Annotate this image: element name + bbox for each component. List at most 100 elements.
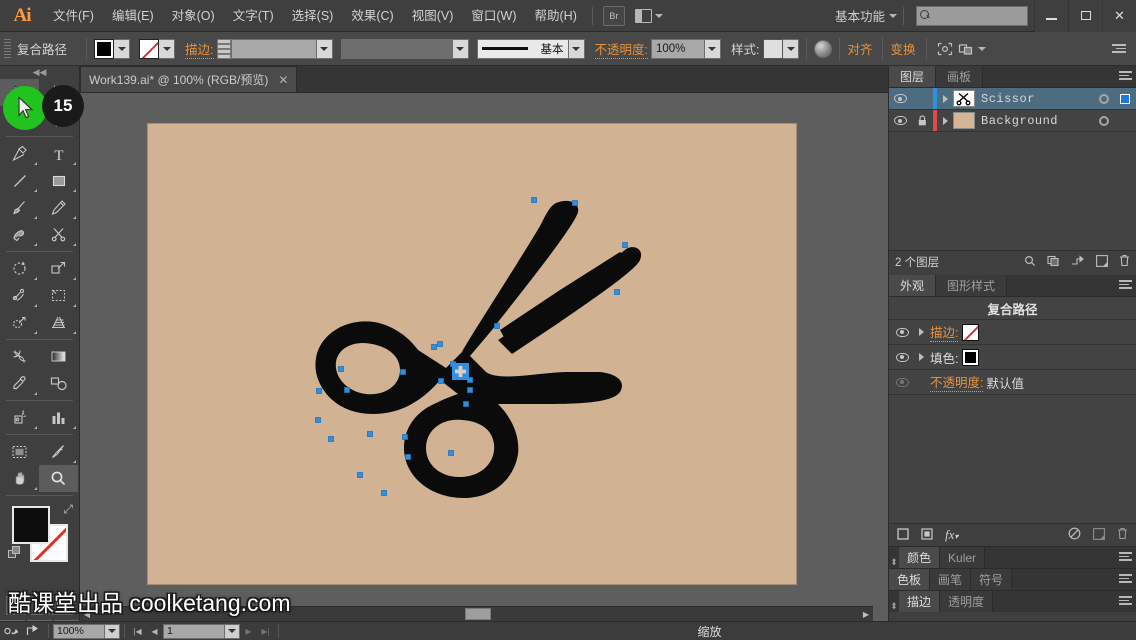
shape-mode-icon[interactable] (956, 39, 978, 59)
gradient-tool[interactable] (39, 343, 78, 370)
menu-select[interactable]: 选择(S) (283, 4, 343, 28)
graphic-style-swatch[interactable] (763, 38, 784, 59)
mesh-tool[interactable] (0, 343, 39, 370)
stroke-weight-dropdown[interactable] (316, 38, 333, 59)
stroke-profile-dropdown[interactable] (568, 38, 585, 59)
stroke-weight-stepper[interactable] (216, 38, 231, 59)
tab-layers[interactable]: 图层 (889, 66, 937, 87)
eyedropper-tool[interactable] (0, 370, 39, 397)
symbol-sprayer-tool[interactable] (0, 404, 39, 431)
layer-visibility-toggle-background[interactable] (889, 116, 911, 125)
width-tool[interactable] (0, 282, 39, 309)
color-panel-menu-icon[interactable] (1119, 552, 1132, 561)
menu-view[interactable]: 视图(V) (403, 4, 463, 28)
appearance-opacity-visibility[interactable] (891, 377, 913, 387)
blend-tool[interactable] (39, 370, 78, 397)
align-button[interactable]: 对齐 (847, 39, 872, 58)
appearance-panel-menu-icon[interactable] (1119, 280, 1132, 289)
tools-panel-grip[interactable]: ◀◀ (0, 66, 79, 79)
tab-appearance[interactable]: 外观 (889, 275, 937, 296)
fx-icon[interactable]: fx▾ (945, 527, 958, 543)
horizontal-scroll-thumb[interactable] (465, 608, 491, 620)
stroke-label[interactable]: 描边: (185, 39, 214, 59)
menu-edit[interactable]: 编辑(E) (103, 4, 163, 28)
appearance-row-opacity[interactable]: 不透明度: 默认值 (889, 370, 1136, 395)
clear-appearance-icon[interactable] (1068, 527, 1081, 543)
scale-tool[interactable] (39, 255, 78, 282)
scroll-right-arrow[interactable]: ▶ (859, 607, 873, 622)
canvas-area[interactable] (80, 93, 888, 621)
prev-artboard-button[interactable]: ◀ (146, 627, 163, 636)
opacity-label[interactable]: 不透明度: (594, 39, 648, 59)
blob-brush-tool[interactable] (0, 221, 39, 248)
appearance-fill-label[interactable]: 填色: (930, 348, 958, 367)
menu-help[interactable]: 帮助(H) (526, 4, 586, 28)
appearance-row-fill[interactable]: 填色: (889, 345, 1136, 370)
document-tab[interactable]: Work139.ai* @ 100% (RGB/预览) ✕ (80, 66, 298, 92)
first-artboard-button[interactable]: |◀ (129, 627, 146, 636)
control-bar-grip[interactable] (4, 38, 11, 59)
stroke-panel-menu-icon[interactable] (1119, 596, 1132, 605)
swap-fill-stroke-icon[interactable]: ⤢ (63, 502, 73, 517)
tab-kuler[interactable]: Kuler (940, 547, 986, 568)
tab-color[interactable]: 颜色 (899, 547, 941, 568)
stroke-panel-collapse-icon[interactable]: ⬍ (889, 601, 899, 612)
toolbar-fill-swatch[interactable] (12, 506, 50, 544)
layer-name-scissor[interactable]: Scissor (981, 92, 1094, 106)
color-panel-collapse-icon[interactable]: ⬍ (889, 557, 899, 568)
appearance-stroke-expand[interactable] (913, 328, 930, 336)
fill-dropdown-button[interactable] (114, 38, 131, 59)
tab-transparency[interactable]: 透明度 (940, 591, 994, 612)
pen-tool[interactable] (0, 140, 39, 167)
tab-brushes[interactable]: 画笔 (930, 569, 972, 590)
rectangle-tool[interactable] (39, 167, 78, 194)
search-input[interactable] (916, 5, 1028, 26)
workspace-chevron-down-icon[interactable] (889, 13, 897, 18)
hand-tool[interactable] (0, 465, 39, 492)
appearance-stroke-visibility[interactable] (891, 327, 913, 337)
stroke-weight-field[interactable] (230, 38, 317, 59)
tab-symbols[interactable]: 符号 (971, 569, 1013, 590)
status-text[interactable]: 缩放 (283, 623, 1136, 640)
variable-width-dropdown[interactable] (452, 38, 469, 59)
slice-tool[interactable] (39, 438, 78, 465)
pencil-tool[interactable] (39, 194, 78, 221)
tab-graphic-styles[interactable]: 图形样式 (936, 275, 1008, 296)
artwork-scissors[interactable] (80, 93, 888, 621)
graphic-style-dropdown[interactable] (783, 38, 800, 59)
layer-lock-toggle-background[interactable] (911, 115, 933, 126)
appearance-fill-swatch[interactable] (962, 348, 980, 366)
perspective-grid-tool[interactable] (39, 309, 78, 336)
paintbrush-tool[interactable] (0, 194, 39, 221)
layer-expand-scissor[interactable] (937, 94, 953, 103)
zoom-level-dropdown[interactable] (105, 623, 120, 639)
shape-mode-chevron-down-icon[interactable] (977, 46, 986, 51)
delete-layer-icon[interactable] (1119, 254, 1130, 270)
tab-swatches[interactable]: 色板 (889, 569, 931, 590)
maximize-button[interactable] (1068, 0, 1102, 32)
artboard-number-field[interactable]: 1 (163, 623, 225, 639)
line-segment-tool[interactable] (0, 167, 39, 194)
zoom-level-field[interactable]: 100% (53, 623, 105, 639)
control-bar-menu-icon[interactable] (1112, 44, 1126, 53)
fill-control[interactable] (94, 38, 131, 59)
appearance-opacity-label[interactable]: 不透明度: (930, 372, 984, 392)
workspace-label[interactable]: 基本功能 (835, 6, 885, 25)
new-layer-icon[interactable] (1096, 254, 1108, 270)
shape-builder-tool[interactable] (0, 309, 39, 336)
document-tab-close-icon[interactable]: ✕ (278, 73, 288, 87)
free-transform-tool[interactable] (39, 282, 78, 309)
rotate-tool[interactable] (0, 255, 39, 282)
transform-button[interactable]: 变换 (890, 39, 915, 58)
layer-visibility-toggle-scissor[interactable] (889, 94, 911, 103)
arrange-documents-button[interactable] (634, 8, 663, 23)
layer-target-scissor[interactable] (1094, 93, 1114, 104)
appearance-stroke-label[interactable]: 描边: (930, 322, 959, 342)
appearance-stroke-swatch[interactable] (962, 323, 980, 341)
add-stroke-icon[interactable] (897, 527, 909, 543)
menu-file[interactable]: 文件(F) (44, 4, 103, 28)
appearance-fill-expand[interactable] (913, 353, 930, 361)
stroke-dropdown-button[interactable] (159, 38, 176, 59)
layer-name-background[interactable]: Background (981, 114, 1094, 128)
close-button[interactable]: ✕ (1102, 0, 1136, 32)
